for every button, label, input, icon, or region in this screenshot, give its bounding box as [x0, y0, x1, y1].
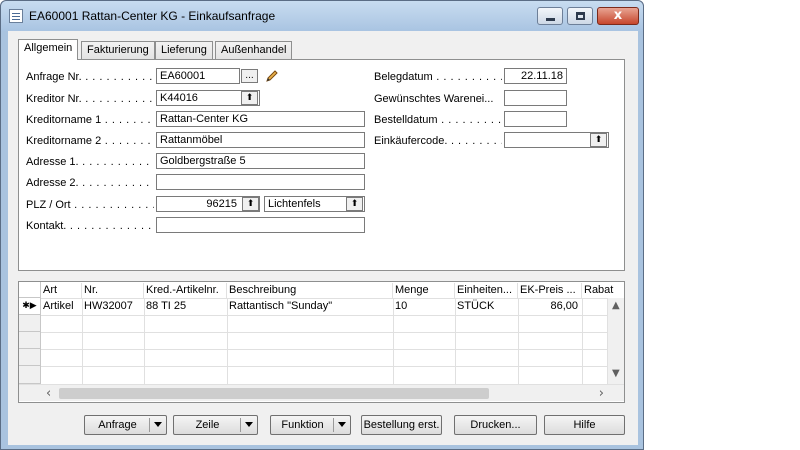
cell-art[interactable]: Artikel — [41, 299, 82, 315]
client-area: Allgemein Fakturierung Lieferung Außenha… — [8, 31, 638, 445]
chevron-down-icon — [154, 422, 162, 427]
anfrage-nr-field[interactable]: EA60001 — [156, 68, 240, 84]
col-header-kred-artikelnr[interactable]: Kred.-Artikelnr. — [144, 283, 227, 299]
cell-ek-preis[interactable]: 86,00 — [518, 299, 582, 315]
col-header-nr[interactable]: Nr. — [82, 283, 144, 299]
dropdown-separator — [333, 418, 334, 432]
einkaufsanfrage-window: EA60001 Rattan-Center KG - Einkaufsanfra… — [0, 0, 644, 450]
kreditor-nr-lookup-button[interactable]: ⬆ — [241, 91, 258, 105]
kreditorname2-label: Kreditorname 2 — [26, 134, 154, 148]
edit-pencil-icon[interactable] — [264, 68, 280, 84]
drucken-button[interactable]: Drucken... — [454, 415, 537, 435]
grid-corner-header — [19, 282, 41, 298]
col-header-rabatt[interactable]: Rabat — [582, 283, 624, 299]
anfrage-menu-button[interactable]: Anfrage — [84, 415, 167, 435]
cell-rabatt[interactable] — [582, 299, 609, 315]
close-button[interactable]: x — [597, 7, 639, 25]
anfrage-nr-label: Anfrage Nr. — [26, 70, 154, 84]
scroll-up-icon[interactable]: ▲ — [612, 300, 620, 311]
einkaeufercode-lookup-button[interactable]: ⬆ — [590, 133, 607, 147]
horizontal-scrollbar[interactable]: ‹ › — [41, 384, 609, 401]
tab-lieferung[interactable]: Lieferung — [155, 41, 213, 59]
belegdatum-field[interactable]: 22.11.18 — [504, 68, 567, 84]
scroll-corner — [607, 384, 624, 401]
chevron-down-icon — [338, 422, 346, 427]
scroll-left-icon[interactable]: ‹ — [46, 386, 51, 401]
plz-ort-label: PLZ / Ort — [26, 198, 154, 212]
col-header-art[interactable]: Art — [41, 283, 82, 299]
funktion-menu-button[interactable]: Funktion — [270, 415, 351, 435]
gewuenschtes-wareneingangsdatum-label: Gewünschtes Warenei... — [374, 93, 494, 105]
tab-allgemein[interactable]: Allgemein — [18, 39, 79, 60]
kontakt-field[interactable] — [156, 217, 365, 233]
cell-beschreibung[interactable]: Rattantisch "Sunday" — [227, 299, 393, 315]
row-selector[interactable] — [19, 332, 41, 349]
minimize-button[interactable] — [537, 7, 563, 25]
grid-line — [41, 366, 609, 367]
plz-lookup-button[interactable]: ⬆ — [242, 197, 259, 211]
scroll-right-icon[interactable]: › — [599, 386, 604, 401]
cell-menge[interactable]: 10 — [393, 299, 455, 315]
maximize-icon — [576, 12, 585, 20]
bestelldatum-field[interactable] — [504, 111, 567, 127]
vertical-scrollbar[interactable]: ▲ ▼ — [607, 298, 624, 384]
einkaeufercode-label: Einkäufercode. — [374, 134, 502, 148]
tab-aussenhandel[interactable]: Außenhandel — [215, 41, 293, 59]
funktion-button-label: Funktion — [281, 419, 324, 431]
grid-line — [41, 349, 609, 350]
kreditorname1-label: Kreditorname 1 — [26, 113, 154, 127]
tab-fakturierung[interactable]: Fakturierung — [81, 41, 155, 59]
form-icon — [9, 9, 23, 23]
horizontal-scroll-thumb[interactable] — [59, 388, 489, 399]
adresse2-field[interactable] — [156, 174, 365, 190]
scroll-down-icon[interactable]: ▼ — [612, 368, 620, 379]
adresse2-label: Adresse 2. — [26, 176, 154, 190]
col-header-einheiten[interactable]: Einheiten... — [455, 283, 518, 299]
title-bar[interactable]: EA60001 Rattan-Center KG - Einkaufsanfra… — [1, 1, 643, 31]
chevron-down-icon — [245, 422, 253, 427]
kreditorname2-field[interactable]: Rattanmöbel — [156, 132, 365, 148]
lines-grid[interactable]: Art Nr. Kred.-Artikelnr. Beschreibung Me… — [18, 281, 625, 403]
dropdown-separator — [149, 418, 150, 432]
minimize-icon — [546, 18, 555, 21]
bestellung-erstellen-button[interactable]: Bestellung erst. — [361, 415, 442, 435]
anfrage-nr-assist-button[interactable]: ... — [241, 69, 258, 83]
row-selector[interactable] — [19, 366, 41, 384]
maximize-button[interactable] — [567, 7, 593, 25]
ort-lookup-button[interactable]: ⬆ — [346, 197, 363, 211]
adresse1-field[interactable]: Goldbergstraße 5 — [156, 153, 365, 169]
anfrage-button-label: Anfrage — [98, 419, 137, 431]
gewuenschtes-wareneingangsdatum-field[interactable] — [504, 90, 567, 106]
col-header-menge[interactable]: Menge — [393, 283, 455, 299]
cell-kred-artikelnr[interactable]: 88 TI 25 — [144, 299, 227, 315]
kontakt-label: Kontakt. — [26, 219, 154, 233]
window-title: EA60001 Rattan-Center KG - Einkaufsanfra… — [29, 9, 276, 23]
kreditorname1-field[interactable]: Rattan-Center KG — [156, 111, 365, 127]
close-icon: x — [613, 8, 623, 23]
scroll-corner — [19, 384, 41, 401]
grid-line — [41, 332, 609, 333]
kreditor-nr-label: Kreditor Nr. — [26, 92, 154, 106]
adresse1-label: Adresse 1. — [26, 155, 154, 169]
zeile-menu-button[interactable]: Zeile — [173, 415, 258, 435]
general-panel: Anfrage Nr. EA60001 ... Kreditor Nr. K44… — [18, 59, 625, 271]
col-header-ek-preis[interactable]: EK-Preis ... — [518, 283, 582, 299]
row-selector[interactable] — [19, 349, 41, 366]
row-selector[interactable] — [19, 315, 41, 332]
bestelldatum-label: Bestelldatum — [374, 113, 502, 127]
grid-line — [41, 315, 609, 316]
dropdown-separator — [240, 418, 241, 432]
cell-einheit[interactable]: STÜCK — [455, 299, 518, 315]
col-header-beschreibung[interactable]: Beschreibung — [227, 283, 393, 299]
current-row-marker[interactable]: ✱▶ — [19, 298, 41, 315]
cell-nr[interactable]: HW32007 — [82, 299, 144, 315]
zeile-button-label: Zeile — [195, 419, 220, 431]
belegdatum-label: Belegdatum — [374, 70, 502, 84]
hilfe-button[interactable]: Hilfe — [544, 415, 625, 435]
